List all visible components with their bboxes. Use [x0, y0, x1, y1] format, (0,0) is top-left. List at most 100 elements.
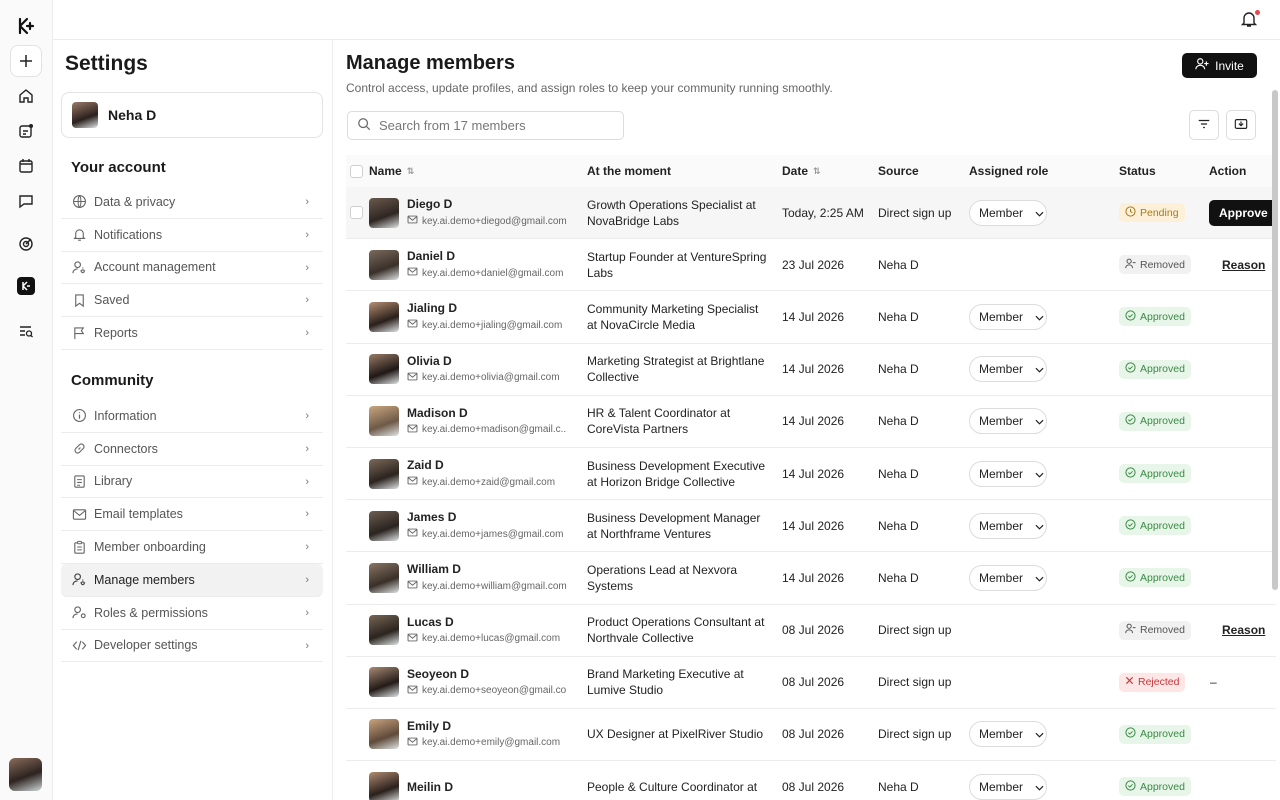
export-button[interactable] [1226, 110, 1256, 140]
chat-icon[interactable] [10, 185, 42, 217]
search-input[interactable] [379, 118, 599, 133]
sidebar-item-connectors[interactable]: Connectors › [61, 433, 323, 466]
plus-icon[interactable] [10, 45, 42, 77]
user-settings-icon [71, 605, 87, 621]
reason-link[interactable]: Reason [1222, 239, 1265, 290]
sidebar-item-saved[interactable]: Saved › [61, 284, 323, 318]
member-cell: Madison D key.ai.demo+madison@gmail.c... [369, 396, 567, 447]
bell-icon[interactable] [1240, 9, 1261, 30]
sidebar-item-data-privacy[interactable]: Data & privacy › [61, 186, 323, 219]
settings-sidebar: Settings Neha D Your account Data & priv… [53, 40, 333, 800]
top-bar [53, 0, 1280, 40]
role-select[interactable]: Member [969, 396, 1047, 447]
avatar [369, 354, 399, 385]
column-name[interactable]: Name ⇅ [369, 155, 414, 187]
member-role: UX Designer at PixelRiver Studio [587, 727, 764, 742]
status-badge: Approved [1119, 761, 1191, 800]
status-badge: Pending [1119, 187, 1185, 238]
app-icon[interactable] [10, 270, 42, 302]
mail-icon [407, 632, 418, 646]
member-cell: James D key.ai.demo+james@gmail.com [369, 500, 563, 551]
role-select[interactable]: Member [969, 552, 1047, 603]
table-row[interactable]: Emily D key.ai.demo+emily@gmail.com UX Des… [346, 709, 1276, 762]
scrollbar[interactable] [1272, 90, 1278, 590]
sidebar-item-label: Connectors [94, 441, 158, 456]
chevron-down-icon [1035, 780, 1044, 794]
home-icon[interactable] [10, 80, 42, 112]
role-select[interactable]: Member [969, 448, 1047, 499]
role-select[interactable]: Member [969, 344, 1047, 395]
table-row[interactable]: Meilin D People & Culture Coordinator at 0… [346, 761, 1276, 800]
app-rail [0, 0, 53, 800]
sidebar-item-library[interactable]: Library › [61, 466, 323, 499]
chevron-right-icon: › [305, 475, 309, 488]
avatar [369, 719, 399, 750]
code-icon [71, 637, 87, 653]
member-email: key.ai.demo+james@gmail.com [422, 528, 564, 540]
sidebar-item-label: Manage members [94, 572, 195, 587]
invite-button[interactable]: Invite [1182, 53, 1257, 78]
sidebar-item-member-onboarding[interactable]: Member onboarding › [61, 531, 323, 564]
sidebar-item-label: Email templates [94, 507, 183, 522]
chevron-right-icon: › [305, 508, 309, 521]
table-row[interactable]: Jialing D key.ai.demo+jialing@gmail.com Co… [346, 291, 1276, 344]
status-badge: Removed [1119, 605, 1191, 656]
chevron-down-icon [1035, 362, 1044, 376]
sidebar-item-email-templates[interactable]: Email templates › [61, 498, 323, 532]
sidebar-item-information[interactable]: Information › [61, 400, 323, 433]
mail-icon [407, 527, 418, 541]
user-gear-icon [71, 259, 87, 275]
table-row[interactable]: James D key.ai.demo+james@gmail.com Busine… [346, 500, 1276, 553]
table-row[interactable]: Seoyeon D key.ai.demo+seoyeon@gmail.co...… [346, 657, 1276, 709]
role-select[interactable]: Member [969, 761, 1047, 800]
analytics-icon[interactable] [10, 228, 42, 260]
table-row[interactable]: Lucas D key.ai.demo+lucas@gmail.com Produc… [346, 605, 1276, 657]
sidebar-item-reports[interactable]: Reports › [61, 317, 323, 350]
member-role: Product Operations Consultant at Northva… [587, 615, 765, 646]
member-name: William D [407, 562, 461, 577]
sidebar-item-manage-members[interactable]: Manage members › [61, 563, 323, 597]
sidebar-item-account-management[interactable]: Account management › [61, 252, 323, 285]
column-date[interactable]: Date ⇅ [782, 155, 821, 187]
table-row[interactable]: Daniel D key.ai.demo+daniel@gmail.com Star… [346, 239, 1276, 292]
sidebar-item-notifications[interactable]: Notifications › [61, 219, 323, 252]
search-list-icon[interactable] [10, 315, 42, 347]
member-email: key.ai.demo+madison@gmail.c... [422, 424, 567, 436]
role-select[interactable]: Member [969, 187, 1047, 238]
approve-button[interactable]: Approve [1209, 187, 1278, 238]
calendar-icon[interactable] [10, 150, 42, 182]
avatar [369, 667, 399, 698]
avatar[interactable] [9, 758, 42, 791]
status-badge: Approved [1119, 344, 1191, 395]
reason-link[interactable]: Reason [1222, 605, 1265, 656]
select-all-checkbox[interactable] [350, 155, 363, 187]
role-select[interactable]: Member [969, 500, 1047, 551]
filter-button[interactable] [1189, 110, 1219, 140]
role-select[interactable]: Member [969, 709, 1047, 760]
member-name: Jialing D [407, 301, 458, 316]
feed-icon[interactable] [10, 115, 42, 147]
member-name: Emily D [407, 718, 452, 733]
member-cell: Meilin D [369, 761, 453, 800]
column-action: Action [1209, 164, 1247, 178]
chevron-right-icon: › [305, 442, 309, 455]
chevron-down-icon [1035, 571, 1044, 585]
table-row[interactable]: Diego D key.ai.demo+diegod@gmail.com Growt… [346, 187, 1278, 240]
table-row[interactable]: Madison D key.ai.demo+madison@gmail.c... H… [346, 396, 1276, 448]
sidebar-item-label: Account management [94, 260, 216, 275]
role-select[interactable]: Member [969, 291, 1047, 342]
profile-card[interactable]: Neha D [61, 92, 323, 138]
table-row[interactable]: William D key.ai.demo+william@gmail.com Op… [346, 552, 1276, 605]
sidebar-item-developer-settings[interactable]: Developer settings › [61, 630, 323, 663]
row-checkbox[interactable] [350, 187, 363, 238]
logo-icon[interactable] [10, 10, 42, 42]
member-source: Neha D [878, 362, 919, 377]
table-row[interactable]: Zaid D key.ai.demo+zaid@gmail.com Business… [346, 448, 1276, 501]
link-icon [71, 441, 87, 457]
status-badge: Approved [1119, 500, 1191, 551]
avatar [369, 562, 399, 593]
sidebar-item-roles-permissions[interactable]: Roles & permissions › [61, 597, 323, 630]
search-box[interactable] [347, 111, 624, 140]
member-name: Lucas D [407, 614, 454, 629]
table-row[interactable]: Olivia D key.ai.demo+olivia@gmail.com Mark… [346, 344, 1276, 396]
